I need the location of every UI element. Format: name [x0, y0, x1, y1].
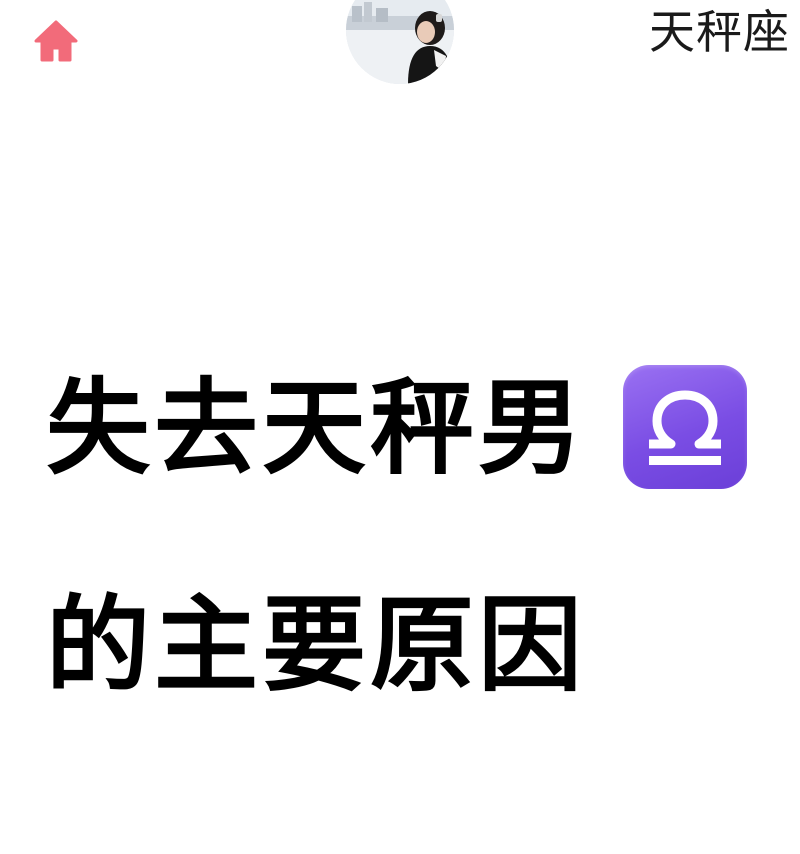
home-icon	[34, 20, 78, 62]
top-bar: 天秤座	[0, 0, 800, 90]
headline-line-2: 的主要原因	[46, 584, 587, 706]
topic-tag[interactable]: 天秤座	[649, 2, 790, 62]
home-button[interactable]	[30, 16, 82, 66]
headline-line-1: 失去天秤男	[46, 367, 587, 489]
libra-badge	[623, 365, 747, 489]
avatar[interactable]	[346, 0, 454, 84]
libra-icon	[649, 390, 721, 465]
